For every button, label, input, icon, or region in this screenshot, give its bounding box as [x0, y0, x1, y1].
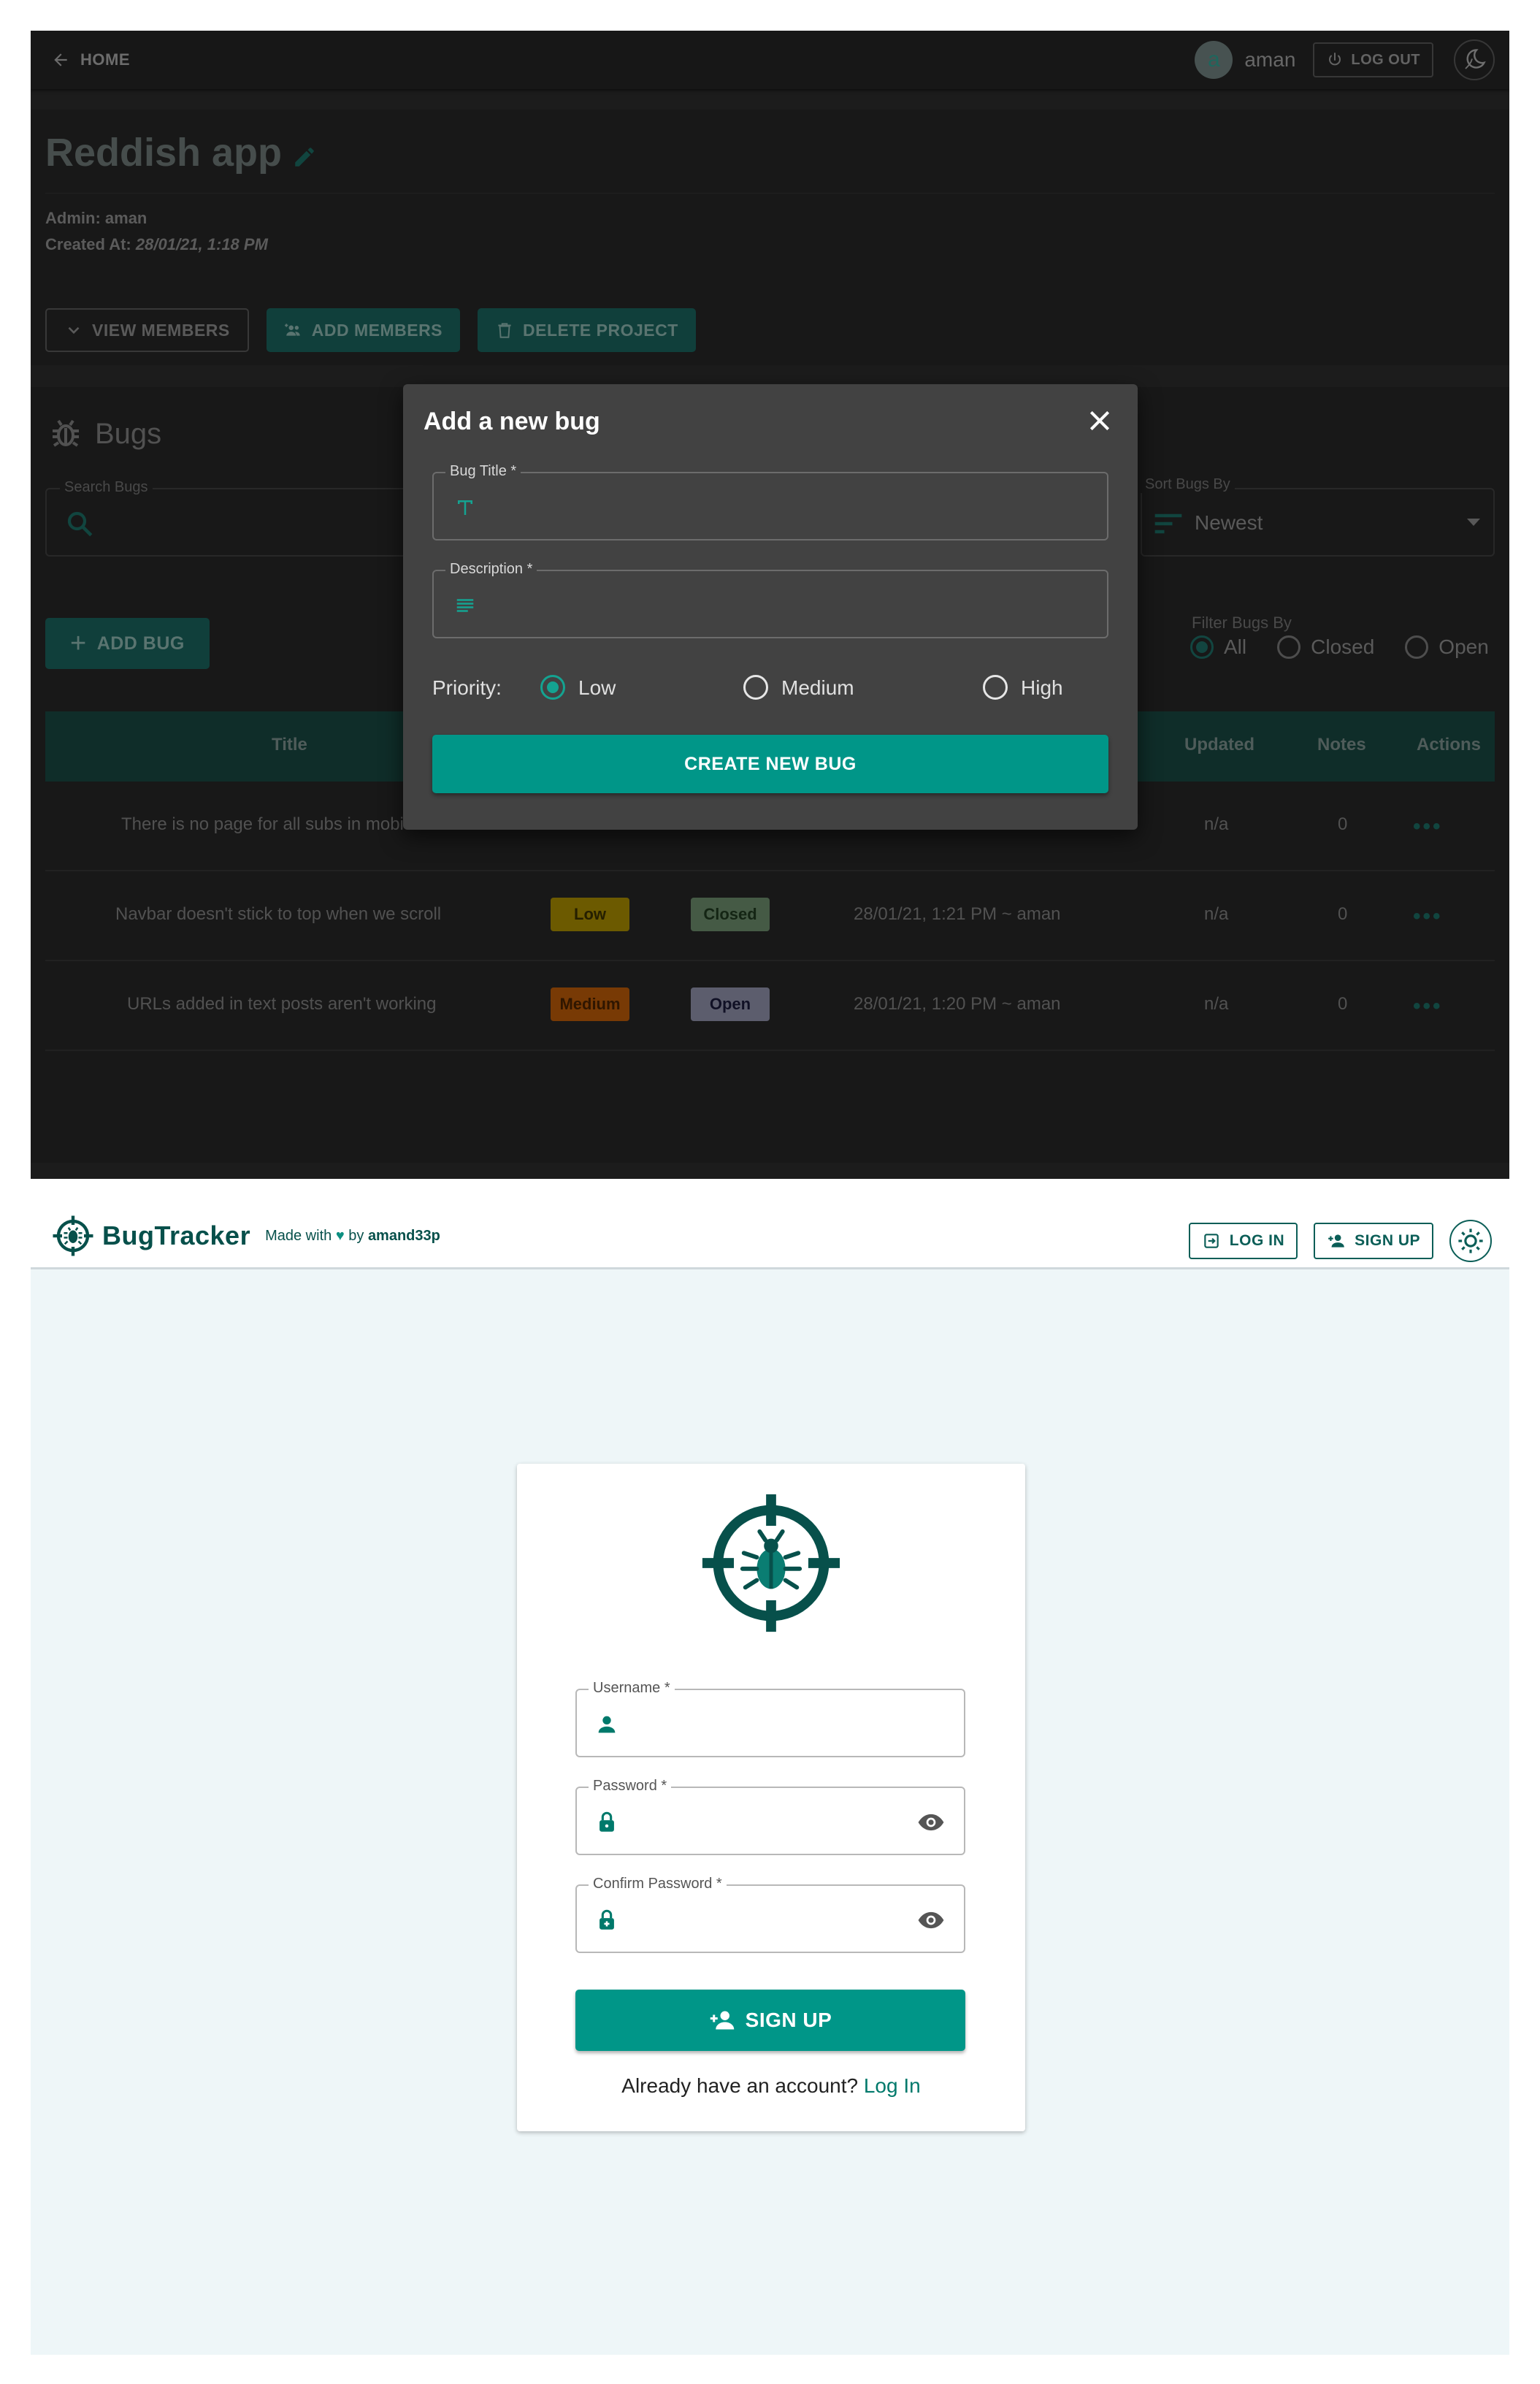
add-bug-dialog: Add a new bug Bug Title * Description * … [403, 384, 1138, 830]
visibility-toggle-icon[interactable] [917, 1911, 945, 1930]
priority-high-radio[interactable] [983, 675, 1008, 700]
confirm-password-field[interactable]: Confirm Password * [575, 1876, 965, 1953]
lock-plus-icon [599, 1909, 614, 1930]
password-field[interactable]: Password * [575, 1778, 965, 1855]
signup-submit-button[interactable]: SIGN UP [575, 1990, 965, 2051]
login-prompt: Already have an account? Log In [621, 2074, 921, 2097]
brand[interactable]: BugTracker Made with ♥ by amand33p [51, 1214, 440, 1258]
close-icon[interactable] [1085, 406, 1114, 435]
lock-icon [599, 1811, 614, 1832]
username-field[interactable]: Username * [575, 1680, 965, 1757]
username-label: Username * [589, 1680, 675, 1697]
description-label: Description * [445, 561, 537, 578]
nav-actions: LOG IN SIGN UP [1188, 1220, 1492, 1262]
confirm-password-label: Confirm Password * [589, 1876, 727, 1892]
text-title-icon [458, 500, 472, 515]
sun-icon [1458, 1229, 1483, 1253]
bug-target-logo-icon [702, 1494, 840, 1632]
password-label: Password * [589, 1778, 672, 1795]
login-link[interactable]: Log In [864, 2074, 921, 2097]
person-add-icon [710, 2011, 734, 2030]
description-input[interactable]: Description * [432, 561, 1108, 638]
create-new-bug-button[interactable]: CREATE NEW BUG [432, 735, 1108, 793]
visibility-toggle-icon[interactable] [917, 1813, 945, 1832]
light-mode-toggle[interactable] [1449, 1220, 1492, 1262]
bug-title-input[interactable]: Bug Title * [432, 463, 1108, 540]
login-icon [1204, 1234, 1219, 1248]
dialog-title: Add a new bug [424, 408, 600, 435]
signup-nav-button[interactable]: SIGN UP [1314, 1223, 1433, 1259]
notes-icon [456, 599, 474, 612]
login-button[interactable]: LOG IN [1188, 1223, 1298, 1259]
author-link[interactable]: amand33p [368, 1228, 440, 1244]
signup-card: Username * Password * Confirm Password *… [517, 1464, 1025, 2131]
bug-tracker-logo-icon [53, 1215, 93, 1256]
priority-label: Priority: [432, 676, 502, 699]
top-navbar: BugTracker Made with ♥ by amand33p LOG I… [31, 1179, 1509, 1269]
priority-low-radio[interactable] [540, 675, 565, 700]
priority-medium-radio[interactable] [743, 675, 768, 700]
made-with-credit: Made with ♥ by amand33p [265, 1227, 440, 1244]
bug-title-label: Bug Title * [445, 463, 521, 480]
signup-screen: BugTracker Made with ♥ by amand33p LOG I… [31, 1179, 1509, 2355]
heart-icon: ♥ [335, 1227, 345, 1244]
bug-project-screen: HOME a aman LOG OUT Reddish app Admin: a… [31, 31, 1509, 1179]
person-add-icon [1328, 1234, 1344, 1248]
person-icon [598, 1716, 616, 1733]
priority-radio-group: Priority: Low Medium High [432, 675, 1063, 700]
brand-name: BugTracker [102, 1220, 251, 1250]
